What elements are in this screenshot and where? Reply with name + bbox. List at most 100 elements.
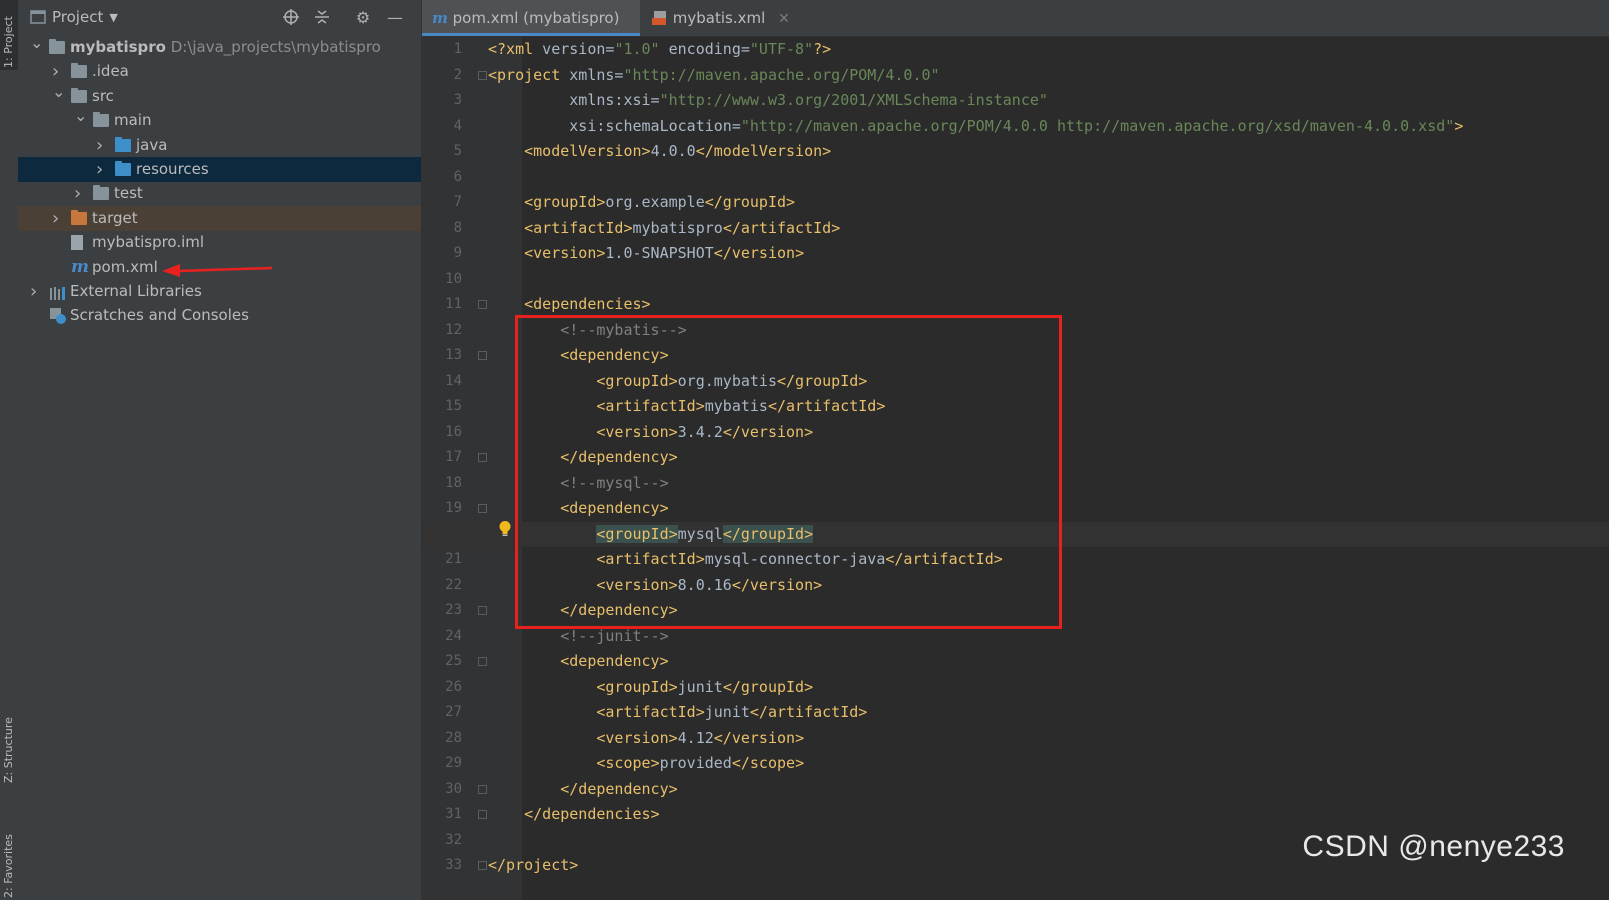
- tree-item-label: java: [136, 135, 168, 154]
- tool-window-strip: 1: Project Z: Structure 2: Favorites: [0, 0, 19, 900]
- code-line-text: <project xmlns="http://maven.apache.org/…: [488, 65, 940, 84]
- code-line-text: </project>: [488, 856, 579, 874]
- tree-item-label: mybatispro: [70, 38, 166, 56]
- tab-pom-xml[interactable]: m pom.xml (mybatispro) ✕: [422, 0, 640, 63]
- project-panel: Project ▼ ⚙ — ⌄ mybatispro D:\java_projec…: [18, 0, 422, 900]
- collapse-all-icon[interactable]: [312, 8, 332, 28]
- tree-item-mybatispro[interactable]: ⌄ mybatispro D:\java_projects\mybatispro: [18, 33, 421, 60]
- folder-icon: [93, 112, 109, 128]
- tree-item-scratches-and-consoles[interactable]: Scratches and Consoles: [18, 303, 421, 328]
- chevron-down-icon[interactable]: ⌄: [74, 103, 87, 128]
- chevron-right-icon[interactable]: ›: [96, 133, 108, 158]
- code-line: <artifactId>junit</artifactId>: [422, 700, 1609, 726]
- tree-item-label: pom.xml: [92, 257, 158, 276]
- chevron-down-icon: ▼: [109, 10, 118, 24]
- chevron-down-icon[interactable]: ⌄: [52, 79, 65, 104]
- code-line: <scope>provided</scope>: [422, 751, 1609, 777]
- tree-item-label: target: [92, 208, 138, 227]
- tree-item-java[interactable]: › java: [18, 133, 421, 158]
- editor-tab-bar: m pom.xml (mybatispro) ✕ mybatis.xml ✕: [422, 0, 1609, 63]
- tree-item-label: resources: [136, 160, 209, 178]
- tree-item-label: mybatispro.iml: [92, 233, 205, 252]
- code-line: <groupId>junit</groupId>: [422, 675, 1609, 701]
- code-line-text: <?xml version="1.0" encoding="UTF-8"?>: [488, 40, 832, 58]
- tree-item-label: .idea: [92, 62, 129, 81]
- hide-panel-icon[interactable]: —: [385, 8, 405, 28]
- project-view-selector[interactable]: Project ▼: [30, 8, 118, 26]
- folder-icon: [71, 87, 87, 103]
- code-line-text: <groupId>org.example</groupId>: [524, 193, 796, 211]
- code-line: <dependency>: [422, 649, 1609, 675]
- chevron-down-icon[interactable]: ⌄: [30, 30, 43, 55]
- source-folder-icon: [115, 136, 131, 152]
- code-line: <?xml version="1.0" encoding="UTF-8"?>: [422, 37, 1609, 63]
- code-line: <artifactId>mybatispro</artifactId>: [422, 216, 1609, 242]
- code-line-text: <dependencies>: [524, 295, 651, 313]
- chevron-right-icon[interactable]: ›: [74, 181, 86, 206]
- code-line-text: <artifactId>junit</artifactId>: [596, 703, 868, 721]
- project-panel-title: Project: [52, 8, 104, 26]
- tree-item-label: Scratches and Consoles: [70, 306, 249, 325]
- tree-item-external-libraries[interactable]: › External Libraries: [18, 279, 421, 304]
- code-line: <version>4.12</version>: [422, 726, 1609, 752]
- libraries-icon: [49, 284, 67, 300]
- tab-mybatis-xml-label: mybatis.xml: [672, 9, 766, 27]
- tree-item-label: main: [114, 111, 152, 130]
- project-tool-tab[interactable]: 1: Project: [0, 0, 18, 70]
- code-line-text: <version>1.0-SNAPSHOT</version>: [524, 244, 805, 262]
- tree-item-idea[interactable]: › .idea: [18, 59, 421, 84]
- code-line-text: <dependency>: [560, 652, 669, 670]
- tree-item-path: D:\java_projects\mybatispro: [165, 38, 381, 56]
- project-panel-header: Project ▼ ⚙ —: [18, 0, 421, 36]
- folder-icon: [93, 185, 109, 201]
- project-tool-tab-label: 1: Project: [2, 16, 15, 68]
- tree-item-test[interactable]: › test: [18, 181, 421, 206]
- iml-file-icon: [71, 235, 83, 251]
- code-line-text: xmlns:xsi="http://www.w3.org/2001/XMLSch…: [488, 91, 1048, 109]
- code-line: </dependencies>: [422, 802, 1609, 828]
- close-icon[interactable]: ✕: [778, 11, 790, 27]
- code-line: </dependency>: [422, 777, 1609, 803]
- tab-pom-xml-label: pom.xml (mybatispro): [452, 9, 620, 27]
- structure-tool-tab[interactable]: Z: Structure: [0, 690, 18, 785]
- project-icon: [30, 10, 46, 24]
- code-line: <project xmlns="http://maven.apache.org/…: [422, 63, 1609, 89]
- code-line: <version>1.0-SNAPSHOT</version>: [422, 241, 1609, 267]
- chevron-right-icon[interactable]: ›: [30, 279, 42, 304]
- code-line-text: <groupId>junit</groupId>: [596, 677, 814, 696]
- scratches-icon: [49, 307, 67, 325]
- code-line-text: </dependency>: [560, 779, 678, 798]
- tree-item-target[interactable]: › target: [18, 205, 421, 231]
- annotation-highlight-box: [515, 315, 1062, 629]
- excluded-folder-icon: [71, 209, 87, 225]
- folder-icon: [71, 63, 87, 79]
- code-line-text: <artifactId>mybatispro</artifactId>: [524, 218, 841, 237]
- code-line: <dependencies>: [422, 292, 1609, 318]
- tab-mybatis-xml[interactable]: mybatis.xml ✕: [642, 0, 802, 36]
- tree-item-label: External Libraries: [70, 282, 202, 300]
- locate-icon[interactable]: [281, 8, 301, 28]
- code-line: xsi:schemaLocation="http://maven.apache.…: [422, 114, 1609, 140]
- code-line: <groupId>org.example</groupId>: [422, 190, 1609, 216]
- tree-item-label: src: [92, 86, 114, 105]
- lightbulb-icon[interactable]: [498, 520, 512, 538]
- gear-icon[interactable]: ⚙: [353, 8, 373, 28]
- tree-item-label: test: [114, 184, 143, 203]
- favorites-tool-tab[interactable]: 2: Favorites: [0, 815, 18, 900]
- tree-item-resources[interactable]: › resources: [18, 157, 421, 182]
- code-line-text: <scope>provided</scope>: [596, 754, 805, 772]
- watermark: CSDN @nenye233: [1302, 830, 1565, 863]
- code-line-text: xsi:schemaLocation="http://maven.apache.…: [488, 116, 1464, 135]
- tree-item-mybatispro-iml[interactable]: mybatispro.iml: [18, 230, 421, 255]
- code-line-text: </dependencies>: [524, 805, 660, 823]
- structure-tool-tab-label: Z: Structure: [2, 717, 15, 783]
- code-line: xmlns:xsi="http://www.w3.org/2001/XMLSch…: [422, 88, 1609, 114]
- tree-item-main[interactable]: ⌄ main: [18, 106, 421, 133]
- chevron-right-icon[interactable]: ›: [96, 157, 108, 182]
- chevron-right-icon[interactable]: ›: [52, 206, 64, 231]
- code-line-text: <modelVersion>4.0.0</modelVersion>: [524, 142, 832, 160]
- resources-folder-icon: [115, 161, 131, 176]
- maven-file-icon: m: [432, 9, 448, 27]
